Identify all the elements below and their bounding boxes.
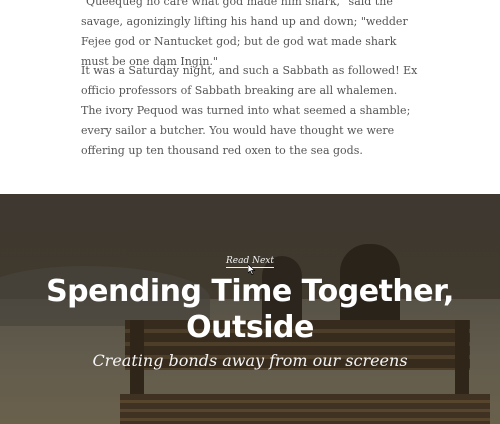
article-body: "Queequeg no care what god made him shar… — [0, 0, 500, 194]
read-next-hero[interactable]: Read Next Spending Time Together, Outsid… — [0, 194, 500, 424]
article-paragraph: It was a Saturday night, and such a Sabb… — [81, 64, 418, 157]
next-post-title[interactable]: Spending Time Together, Outside — [40, 274, 460, 346]
next-post-subtitle: Creating bonds away from our screens — [92, 351, 408, 370]
